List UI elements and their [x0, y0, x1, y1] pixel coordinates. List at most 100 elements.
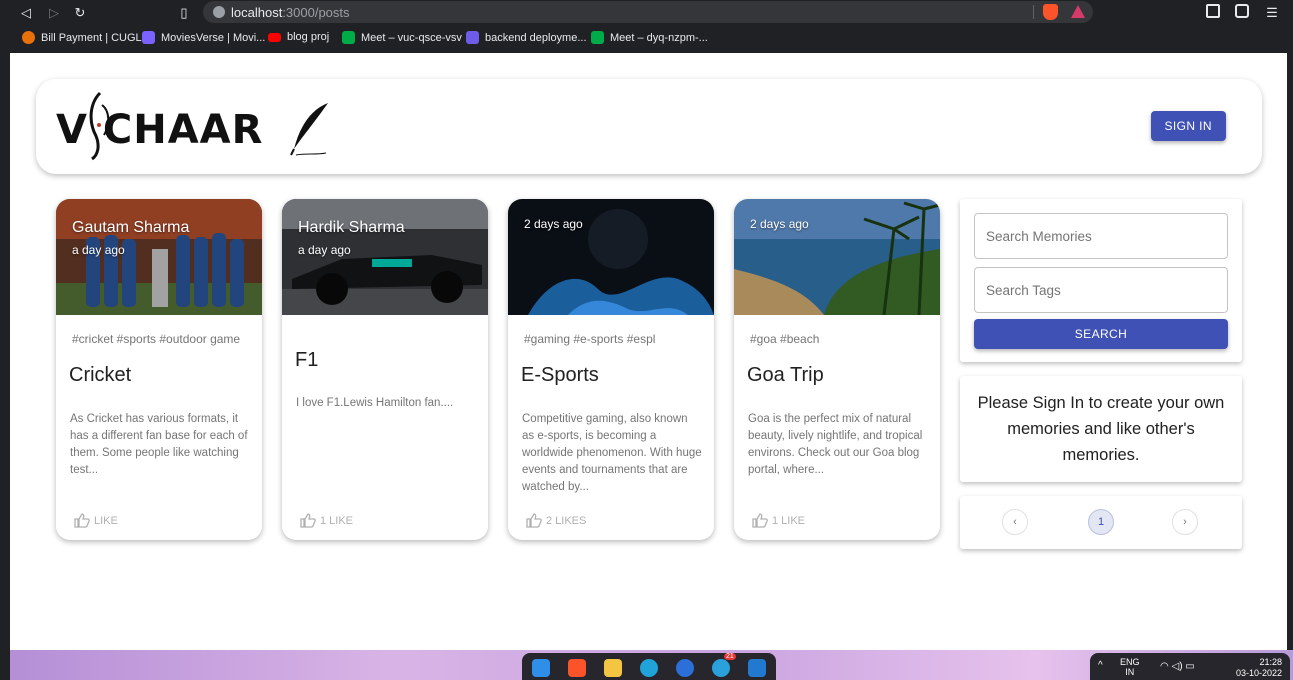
- like-count: LIKE: [94, 514, 118, 527]
- telegram-icon[interactable]: [712, 659, 730, 677]
- search-panel: Search Memories Search Tags SEARCH: [960, 199, 1242, 362]
- post-image: Hardik Sharma a day ago: [282, 199, 488, 315]
- file-explorer-icon[interactable]: [604, 659, 622, 677]
- bookmarks-bar: Bill Payment | CUGL MoviesVerse | Movi..…: [0, 26, 1293, 52]
- toolbar-divider: [1033, 5, 1034, 19]
- bookmark-label: Meet – vuc-qsce-vsv: [361, 31, 462, 44]
- wallet-icon[interactable]: [1235, 4, 1249, 18]
- post-title: E-Sports: [521, 364, 599, 386]
- like-count: 1 LIKE: [772, 514, 806, 527]
- bookmark-label: backend deployme...: [485, 31, 587, 44]
- bookmark-label: Meet – dyq-nzpm-...: [610, 31, 708, 44]
- language-code: ENG: [1120, 657, 1140, 667]
- thumb-up-icon: [526, 513, 542, 528]
- telegram-badge: 21: [724, 653, 736, 660]
- bookmark-item[interactable]: MoviesVerse | Movi...: [142, 31, 265, 44]
- bookmark-item[interactable]: Bill Payment | CUGL: [22, 31, 142, 44]
- youtube-icon: [268, 32, 281, 42]
- search-tags-input[interactable]: Search Tags: [974, 267, 1228, 313]
- menu-icon[interactable]: ☰: [1262, 3, 1282, 23]
- bookmark-favicon: [22, 31, 35, 44]
- address-bar[interactable]: localhost:3000/posts: [203, 1, 1093, 23]
- bookmark-item[interactable]: backend deployme...: [466, 31, 587, 44]
- chevron-left-icon[interactable]: ‹: [1002, 509, 1028, 535]
- post-card[interactable]: Gautam Sharma a day ago #cricket #sports…: [56, 199, 262, 540]
- edge-icon[interactable]: [640, 659, 658, 677]
- back-icon[interactable]: ◁: [16, 3, 36, 23]
- windows-start-icon[interactable]: [532, 659, 550, 677]
- post-message: As Cricket has various formats, it has a…: [70, 413, 248, 476]
- like-button[interactable]: 1 LIKE: [752, 513, 805, 528]
- bookmark-item[interactable]: Meet – dyq-nzpm-...: [591, 31, 708, 44]
- taskbar-apps: 21: [522, 653, 776, 680]
- post-image: 2 days ago: [734, 199, 940, 315]
- bookmark-label: blog proj: [287, 31, 330, 43]
- post-title: F1: [295, 349, 319, 371]
- app-bar: V CHAAR SIGN IN: [36, 79, 1262, 174]
- language-indicator[interactable]: ENG IN: [1120, 657, 1140, 677]
- post-image: Gautam Sharma a day ago: [56, 199, 262, 315]
- page-button[interactable]: 1: [1088, 509, 1114, 535]
- sign-in-button[interactable]: SIGN IN: [1150, 111, 1226, 141]
- post-title: Goa Trip: [747, 364, 824, 386]
- f1-car-photo: [282, 199, 488, 315]
- page-viewport: V CHAAR SIGN IN Gautam Sharma a day ago …: [10, 53, 1287, 650]
- pagination: ‹ 1 ›: [960, 496, 1242, 549]
- post-tags: #goa #beach: [750, 332, 820, 346]
- thumb-up-icon: [74, 513, 90, 528]
- bookmark-icon[interactable]: ▯: [174, 3, 194, 23]
- brave-icon[interactable]: [568, 659, 586, 677]
- like-button[interactable]: 2 LIKES: [526, 513, 586, 528]
- post-card[interactable]: 2 days ago #gaming #e-sports #espl E-Spo…: [508, 199, 714, 540]
- like-count: 2 LIKES: [546, 514, 587, 527]
- quill-icon: [290, 103, 328, 156]
- clock-time: 21:28: [1259, 657, 1282, 667]
- post-card[interactable]: Hardik Sharma a day ago F1 I love F1.Lew…: [282, 199, 488, 540]
- chevron-right-icon[interactable]: ›: [1172, 509, 1198, 535]
- site-info-icon[interactable]: [213, 6, 225, 18]
- post-message: Goa is the perfect mix of natural beauty…: [748, 413, 923, 476]
- logo-face-icon: [89, 91, 110, 161]
- wifi-volume-battery-icons[interactable]: ◠ ◁) ▭: [1160, 661, 1195, 672]
- clock-date: 03-10-2022: [1235, 668, 1282, 678]
- forward-icon[interactable]: ▷: [44, 3, 64, 23]
- post-tags: #gaming #e-sports #espl: [524, 332, 656, 346]
- system-tray: ^ ENG IN ◠ ◁) ▭ 21:28 03-10-2022: [1090, 653, 1290, 680]
- like-button[interactable]: LIKE: [74, 513, 118, 528]
- meet-icon: [591, 31, 604, 44]
- os-taskbar: 21 ^ ENG IN ◠ ◁) ▭ 21:28 03-10-2022: [10, 650, 1293, 680]
- bookmark-label: MoviesVerse | Movi...: [161, 31, 266, 44]
- like-button[interactable]: 1 LIKE: [300, 513, 353, 528]
- thumb-up-icon: [752, 513, 768, 528]
- bookmark-label: Bill Payment | CUGL: [41, 31, 142, 44]
- like-count: 1 LIKE: [320, 514, 354, 527]
- bookmark-item[interactable]: Meet – vuc-qsce-vsv: [342, 31, 462, 44]
- post-image: 2 days ago: [508, 199, 714, 315]
- reload-icon[interactable]: ↻: [70, 3, 90, 23]
- post-author: Hardik Sharma: [298, 219, 405, 236]
- url-host: localhost: [231, 5, 283, 20]
- search-memories-input[interactable]: Search Memories: [974, 213, 1228, 259]
- chevron-up-icon[interactable]: ^: [1098, 660, 1103, 671]
- search-button[interactable]: SEARCH: [974, 319, 1228, 349]
- region-code: IN: [1125, 667, 1135, 677]
- url-text: localhost:3000/posts: [231, 5, 350, 20]
- bookmark-favicon: [142, 31, 155, 44]
- brave-rewards-icon[interactable]: [1071, 5, 1085, 18]
- post-card[interactable]: 2 days ago #goa #beach Goa Trip Goa is t…: [734, 199, 940, 540]
- heroku-icon: [466, 31, 479, 44]
- post-message: I love F1.Lewis Hamilton fan....: [296, 397, 454, 409]
- post-time: a day ago: [72, 243, 125, 257]
- canva-icon[interactable]: [676, 659, 694, 677]
- sidebar-icon[interactable]: [1206, 4, 1220, 18]
- post-message: Competitive gaming, also known as e-spor…: [522, 413, 702, 493]
- vscode-icon[interactable]: [748, 659, 766, 677]
- browser-toolbar: ◁ ▷ ↻ ▯ localhost:3000/posts ☰: [0, 0, 1293, 26]
- bookmark-item[interactable]: blog proj: [268, 31, 329, 43]
- thumb-up-icon: [300, 513, 316, 528]
- clock[interactable]: 21:28 03-10-2022: [1236, 657, 1282, 679]
- post-time: 2 days ago: [750, 217, 809, 231]
- post-time: a day ago: [298, 243, 351, 257]
- post-time: 2 days ago: [524, 217, 583, 231]
- brave-shield-icon[interactable]: [1043, 4, 1058, 20]
